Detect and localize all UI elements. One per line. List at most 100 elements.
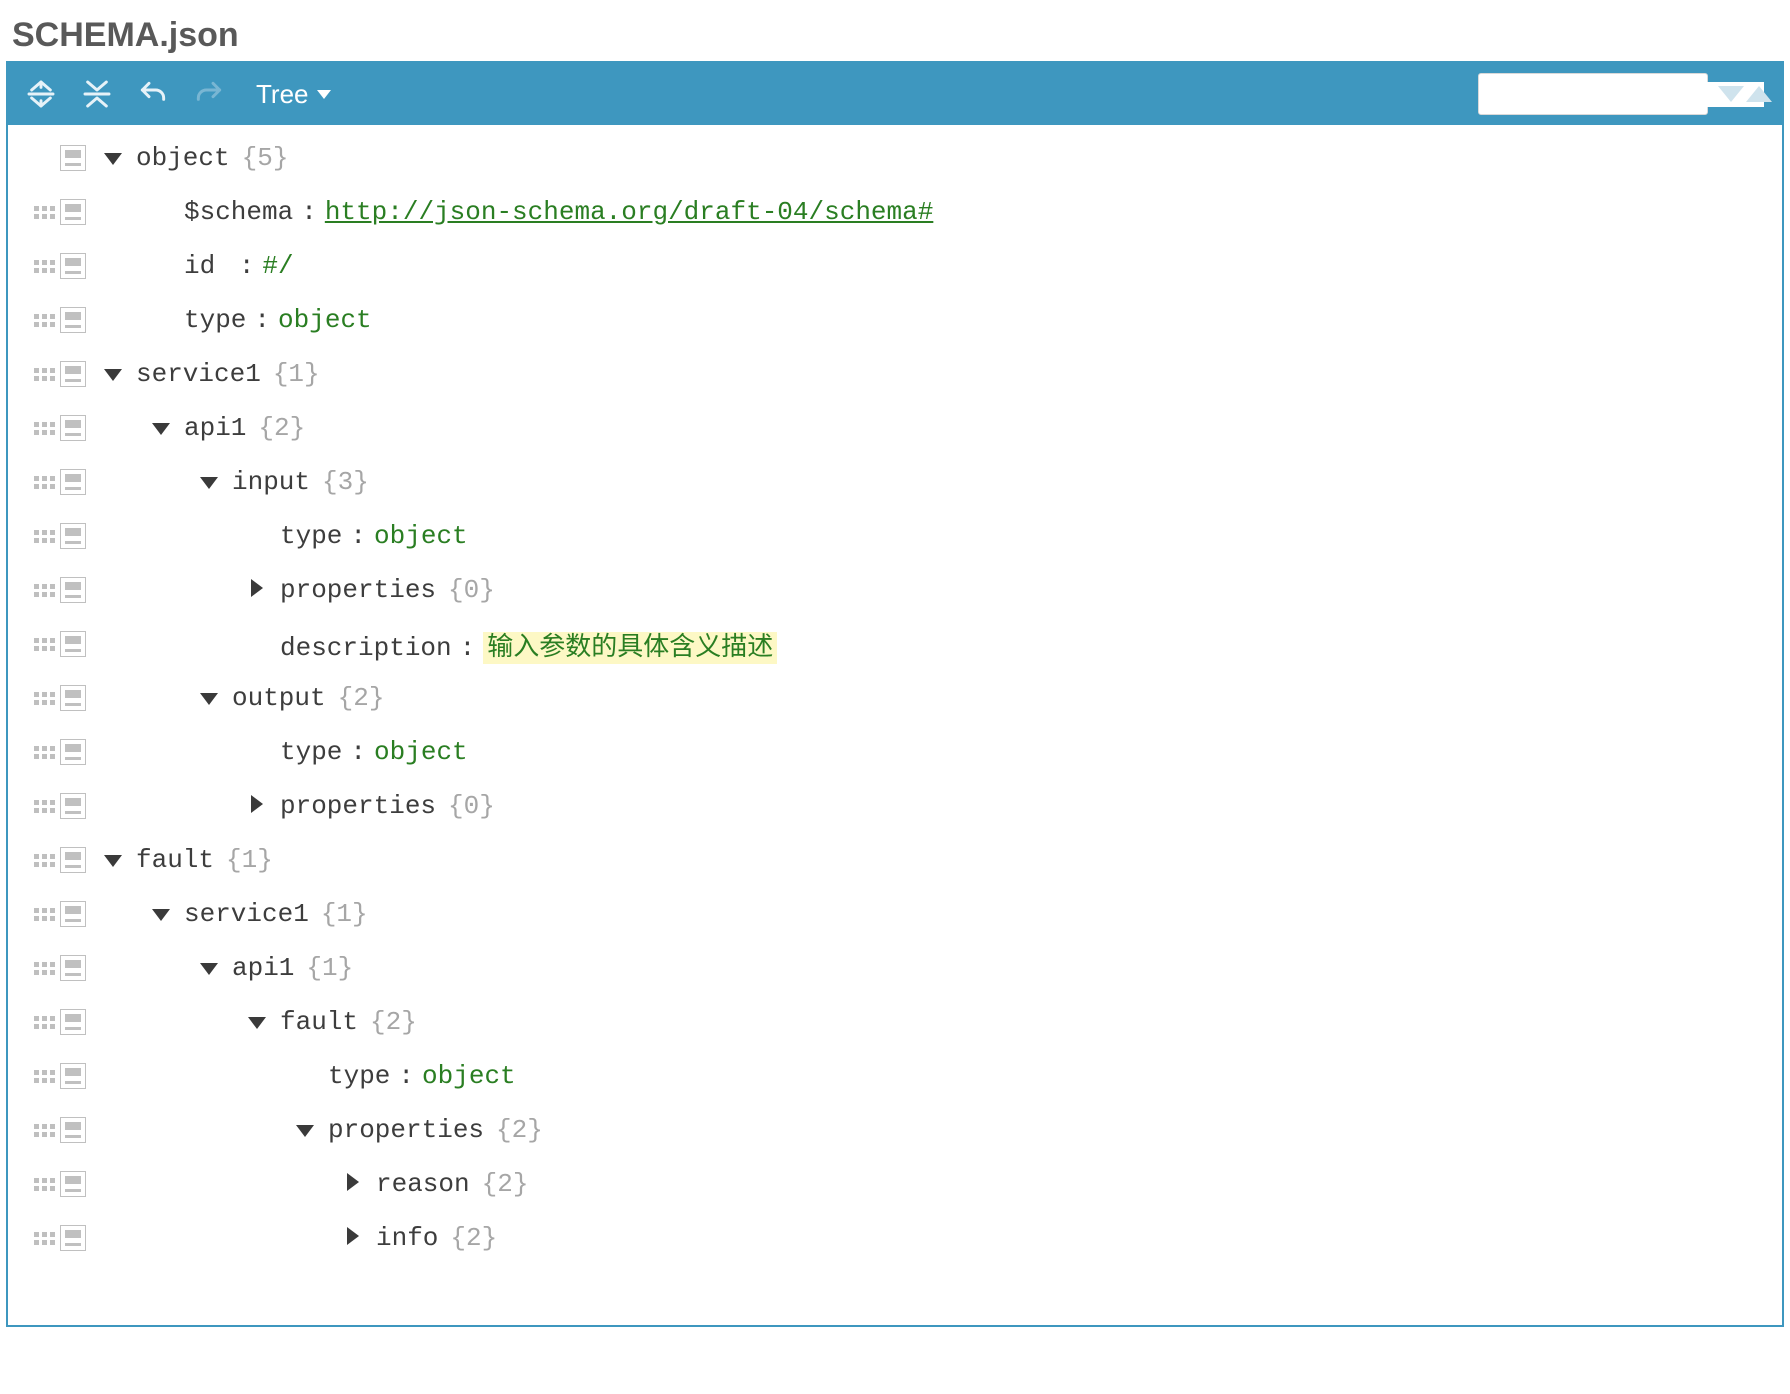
collapse-toggle[interactable] [102, 850, 124, 872]
context-menu-button[interactable] [60, 901, 86, 927]
tree-row[interactable]: $schema:http://json-schema.org/draft-04/… [8, 185, 1782, 239]
context-menu-button[interactable] [60, 199, 86, 225]
node-key[interactable]: fault [136, 845, 214, 875]
collapse-toggle[interactable] [198, 688, 220, 710]
collapse-toggle[interactable] [150, 418, 172, 440]
node-key[interactable]: description [280, 633, 452, 663]
context-menu-button[interactable] [60, 469, 86, 495]
drag-handle[interactable] [32, 476, 56, 489]
search-field[interactable] [1478, 73, 1708, 115]
drag-handle[interactable] [32, 1178, 56, 1191]
node-key[interactable]: type [328, 1061, 390, 1091]
node-key[interactable]: fault [280, 1007, 358, 1037]
tree-row[interactable]: object{5} [8, 131, 1782, 185]
node-key[interactable]: type [280, 521, 342, 551]
node-key[interactable]: properties [280, 575, 436, 605]
tree-row[interactable]: fault{2} [8, 995, 1782, 1049]
node-key[interactable]: reason [376, 1169, 470, 1199]
search-prev-button[interactable] [1746, 86, 1772, 102]
tree-row[interactable]: type:object [8, 509, 1782, 563]
tree-row[interactable]: properties{2} [8, 1103, 1782, 1157]
context-menu-button[interactable] [60, 1117, 86, 1143]
expand-toggle[interactable] [342, 1171, 364, 1193]
context-menu-button[interactable] [60, 577, 86, 603]
mode-selector[interactable]: Tree [242, 79, 345, 110]
tree-row[interactable]: output{2} [8, 671, 1782, 725]
tree-row[interactable]: service1{1} [8, 887, 1782, 941]
node-key[interactable]: id [184, 251, 231, 281]
collapse-toggle[interactable] [198, 472, 220, 494]
expand-toggle[interactable] [342, 1225, 364, 1247]
node-key[interactable]: properties [280, 791, 436, 821]
tree-row[interactable]: reason{2} [8, 1157, 1782, 1211]
context-menu-button[interactable] [60, 307, 86, 333]
context-menu-button[interactable] [60, 361, 86, 387]
node-key[interactable]: input [232, 467, 310, 497]
node-key[interactable]: type [184, 305, 246, 335]
collapse-all-button[interactable] [74, 71, 120, 117]
drag-handle[interactable] [32, 260, 56, 273]
collapse-toggle[interactable] [150, 904, 172, 926]
node-value[interactable]: 输入参数的具体含义描述 [483, 632, 777, 664]
context-menu-button[interactable] [60, 523, 86, 549]
node-key[interactable]: info [376, 1223, 438, 1253]
drag-handle[interactable] [32, 368, 56, 381]
collapse-toggle[interactable] [198, 958, 220, 980]
drag-handle[interactable] [32, 1124, 56, 1137]
tree-row[interactable]: properties{0} [8, 779, 1782, 833]
expand-toggle[interactable] [246, 793, 268, 815]
tree-row[interactable]: fault{1} [8, 833, 1782, 887]
collapse-toggle[interactable] [102, 364, 124, 386]
node-value[interactable]: http://json-schema.org/draft-04/schema# [325, 197, 934, 227]
node-value[interactable]: object [374, 737, 468, 767]
expand-all-button[interactable] [18, 71, 64, 117]
context-menu-button[interactable] [60, 847, 86, 873]
drag-handle[interactable] [32, 422, 56, 435]
context-menu-button[interactable] [60, 1063, 86, 1089]
node-key[interactable]: $schema [184, 197, 293, 227]
tree-row[interactable]: type:object [8, 293, 1782, 347]
collapse-toggle[interactable] [246, 1012, 268, 1034]
node-key[interactable]: object [136, 143, 230, 173]
drag-handle[interactable] [32, 314, 56, 327]
expand-toggle[interactable] [246, 577, 268, 599]
tree-row[interactable]: api1{1} [8, 941, 1782, 995]
drag-handle[interactable] [32, 1016, 56, 1029]
node-key[interactable]: service1 [136, 359, 261, 389]
context-menu-button[interactable] [60, 739, 86, 765]
drag-handle[interactable] [32, 638, 56, 651]
node-value[interactable]: object [422, 1061, 516, 1091]
tree-row[interactable]: service1{1} [8, 347, 1782, 401]
context-menu-button[interactable] [60, 631, 86, 657]
drag-handle[interactable] [32, 962, 56, 975]
context-menu-button[interactable] [60, 793, 86, 819]
node-key[interactable]: output [232, 683, 326, 713]
tree-row[interactable]: input{3} [8, 455, 1782, 509]
node-value[interactable]: object [374, 521, 468, 551]
node-key[interactable]: service1 [184, 899, 309, 929]
context-menu-button[interactable] [60, 1225, 86, 1251]
drag-handle[interactable] [32, 800, 56, 813]
search-next-button[interactable] [1718, 86, 1744, 102]
node-key[interactable]: properties [328, 1115, 484, 1145]
context-menu-button[interactable] [60, 253, 86, 279]
drag-handle[interactable] [32, 692, 56, 705]
collapse-toggle[interactable] [102, 148, 124, 170]
context-menu-button[interactable] [60, 1171, 86, 1197]
undo-button[interactable] [130, 71, 176, 117]
drag-handle[interactable] [32, 908, 56, 921]
drag-handle[interactable] [32, 1232, 56, 1245]
drag-handle[interactable] [32, 206, 56, 219]
tree-row[interactable]: id :#/ [8, 239, 1782, 293]
drag-handle[interactable] [32, 584, 56, 597]
node-key[interactable]: api1 [184, 413, 246, 443]
node-key[interactable]: type [280, 737, 342, 767]
drag-handle[interactable] [32, 530, 56, 543]
drag-handle[interactable] [32, 1070, 56, 1083]
node-value[interactable]: #/ [262, 251, 293, 281]
tree-row[interactable]: type:object [8, 1049, 1782, 1103]
context-menu-button[interactable] [60, 685, 86, 711]
context-menu-button[interactable] [60, 1009, 86, 1035]
drag-handle[interactable] [32, 746, 56, 759]
drag-handle[interactable] [32, 854, 56, 867]
